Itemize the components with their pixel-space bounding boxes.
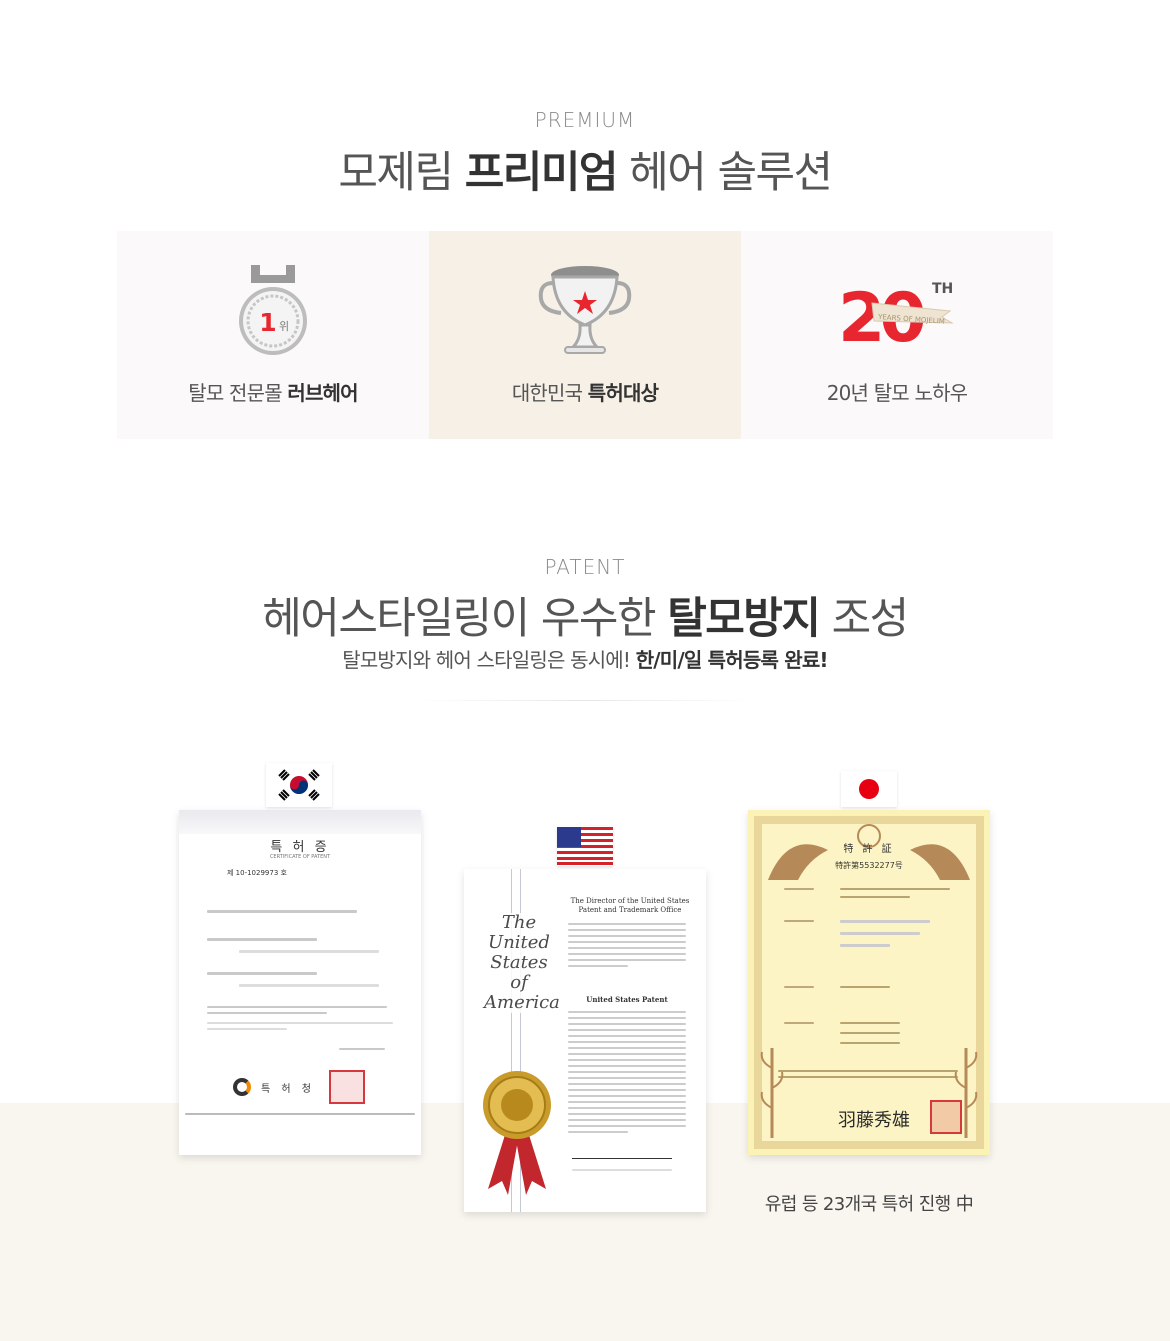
japan-cert-signature: 羽藤秀雄 xyxy=(838,1110,910,1131)
svg-text:1: 1 xyxy=(259,308,276,337)
usa-cert-patent-heading: United States Patent xyxy=(586,995,668,1004)
svg-text:위: 위 xyxy=(279,320,289,333)
feature-20-years-label: 20년 탈모 노하우 xyxy=(826,381,968,405)
usa-cert-heading: The Director of the United States Patent… xyxy=(570,897,690,914)
korea-flag-icon xyxy=(266,763,332,807)
bamboo-ornament-icon xyxy=(760,1048,784,1138)
japan-patent-certificate: 特 許 証 特許第5532277号 羽藤秀雄 xyxy=(748,810,990,1155)
korea-cert-office: 특 허 청 xyxy=(261,1084,315,1095)
feature-patent-award: 대한민국 특허대상 xyxy=(429,231,741,439)
patent-title: 헤어스타일링이 우수한 탈모방지 조성 xyxy=(262,594,909,644)
usa-patent-certificate: The United States of America The Directo… xyxy=(464,869,706,1212)
official-seal-icon xyxy=(329,1070,365,1104)
feature-ranking: 1 위 탈모 전문몰 러브헤어 xyxy=(117,231,429,439)
korea-cert-number: 제 10-1029973 호 xyxy=(227,869,287,877)
feature-patent-award-label: 대한민국 특허대상 xyxy=(511,381,659,405)
gold-seal-icon xyxy=(483,1071,551,1195)
anniversary-20th-icon: 20 TH YEARS OF MOJELIM xyxy=(741,261,1053,361)
korea-cert-title: 특 허 증 xyxy=(270,840,330,855)
kipo-logo-icon xyxy=(233,1078,251,1096)
trophy-icon xyxy=(429,261,741,361)
premium-eyebrow: PREMIUM xyxy=(534,108,636,132)
director-signature xyxy=(572,1149,672,1159)
svg-text:TH: TH xyxy=(932,281,953,297)
section-divider xyxy=(415,700,755,701)
other-countries-note: 유럽 등 23개국 특허 진행 中 xyxy=(764,1194,974,1215)
korea-patent-certificate: 특 허 증 CERTIFICATE OF PATENT 제 10-1029973… xyxy=(179,810,421,1155)
bamboo-ornament-icon xyxy=(954,1048,978,1138)
feature-panel: 1 위 탈모 전문몰 러브헤어 대한민국 특허대상 20 TH xyxy=(117,231,1053,439)
patent-subtitle: 탈모방지와 헤어 스타일링은 동시에! 한/미/일 특허등록 완료! xyxy=(342,648,828,672)
feature-ranking-label: 탈모 전문몰 러브헤어 xyxy=(188,381,358,405)
medal-icon: 1 위 xyxy=(117,261,429,361)
japan-cert-title: 特 許 証 xyxy=(843,844,895,855)
usa-cert-script-title: The United States of America xyxy=(484,912,560,1013)
patent-eyebrow: PATENT xyxy=(544,555,626,579)
korea-cert-subtitle: CERTIFICATE OF PATENT xyxy=(269,854,331,860)
feature-20-years: 20 TH YEARS OF MOJELIM 20년 탈모 노하우 xyxy=(741,231,1053,439)
japan-cert-number: 特許第5532277号 xyxy=(835,861,903,870)
phoenix-ornament-icon xyxy=(768,824,970,880)
premium-title: 모제림 프리미엄 헤어 솔루션 xyxy=(338,148,833,198)
usa-flag-icon xyxy=(557,826,613,866)
japan-flag-icon xyxy=(841,771,897,807)
